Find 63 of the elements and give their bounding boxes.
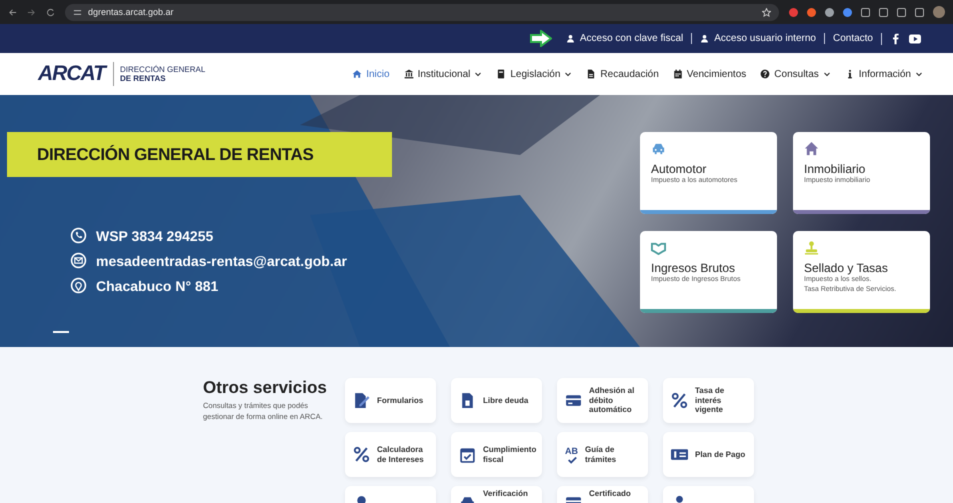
nav-link[interactable]: Institucional xyxy=(404,68,482,80)
org-name: DIRECCIÓN GENERAL xyxy=(120,65,206,74)
nav-link[interactable]: Vencimientos xyxy=(672,68,746,80)
nav-link[interactable]: Inicio xyxy=(352,68,390,80)
contact-text: WSP 3834 294255 xyxy=(96,228,214,244)
nav-link[interactable]: Legislación xyxy=(496,68,572,80)
contact-text: Chacabuco N° 881 xyxy=(96,278,218,294)
address-bar[interactable]: dgrentas.arcat.gob.ar xyxy=(65,4,779,20)
bill-icon xyxy=(671,446,688,463)
whatsapp-icon xyxy=(70,227,87,244)
bank-icon xyxy=(404,69,414,79)
person-icon xyxy=(700,34,710,43)
contact-text: mesadeentradas-rentas@arcat.gob.ar xyxy=(96,252,347,268)
card-title: Sellado y Tasas xyxy=(804,261,889,275)
document-icon xyxy=(586,69,596,79)
stamp-icon xyxy=(804,240,819,255)
person-icon xyxy=(566,34,575,43)
top-link[interactable]: Contacto xyxy=(824,33,881,44)
calendar-check-icon xyxy=(459,446,476,463)
form-edit-icon xyxy=(353,392,370,409)
site-settings-icon[interactable] xyxy=(73,8,82,16)
help-icon xyxy=(760,69,770,79)
service-button[interactable]: Formularios xyxy=(345,378,436,423)
service-button[interactable]: Calculadora de Intereses xyxy=(345,432,436,477)
nav-link[interactable]: Recaudación xyxy=(586,68,659,80)
calendar-icon xyxy=(672,69,683,79)
percent-icon xyxy=(671,392,688,409)
percent-icon xyxy=(353,446,370,463)
back-icon[interactable] xyxy=(8,8,17,16)
service-button[interactable]: Verificación xyxy=(451,486,542,503)
forward-icon[interactable] xyxy=(27,8,36,16)
house-icon xyxy=(804,141,819,156)
card-title: Ingresos Brutos xyxy=(651,261,736,275)
arcat-logo[interactable]: ARCAT xyxy=(38,62,114,86)
nav-link[interactable]: Consultas xyxy=(760,68,831,80)
service-button[interactable]: Certificado xyxy=(557,486,648,503)
reload-icon[interactable] xyxy=(46,8,55,16)
email-icon xyxy=(70,252,87,269)
document-icon xyxy=(459,392,476,409)
location-icon xyxy=(70,277,87,294)
card-title: Automotor xyxy=(651,162,708,176)
service-button[interactable]: Plan de Pago xyxy=(663,432,754,477)
service-button[interactable]: Adhesión al débito automático xyxy=(557,378,648,423)
card-title: Inmobiliario xyxy=(804,162,866,176)
top-link[interactable]: Acceso con clave fiscal xyxy=(558,33,692,44)
book-icon xyxy=(496,69,506,79)
top-link[interactable]: Acceso usuario interno xyxy=(691,33,824,44)
arrow-right-icon xyxy=(530,30,552,47)
url-text: dgrentas.arcat.gob.ar xyxy=(88,7,174,17)
service-button[interactable]: Libre deuda xyxy=(451,378,542,423)
section-title: Otros servicios xyxy=(203,378,328,398)
car-icon xyxy=(651,141,666,156)
hero-title: DIRECCIÓN GENERAL DE RENTAS xyxy=(7,132,392,177)
star-icon[interactable] xyxy=(762,8,771,16)
youtube-icon[interactable] xyxy=(909,32,921,44)
service-button[interactable]: Tasa de interés vigente xyxy=(663,378,754,423)
profile-avatar[interactable] xyxy=(933,6,945,18)
service-button[interactable]: AB Guía de trámites xyxy=(557,432,648,477)
nav-link[interactable]: Información xyxy=(844,68,923,80)
card-icon xyxy=(565,392,582,409)
home-icon xyxy=(352,69,362,79)
org-name: DE RENTAS xyxy=(120,74,167,83)
service-button[interactable]: Cumplimiento fiscal xyxy=(451,432,542,477)
